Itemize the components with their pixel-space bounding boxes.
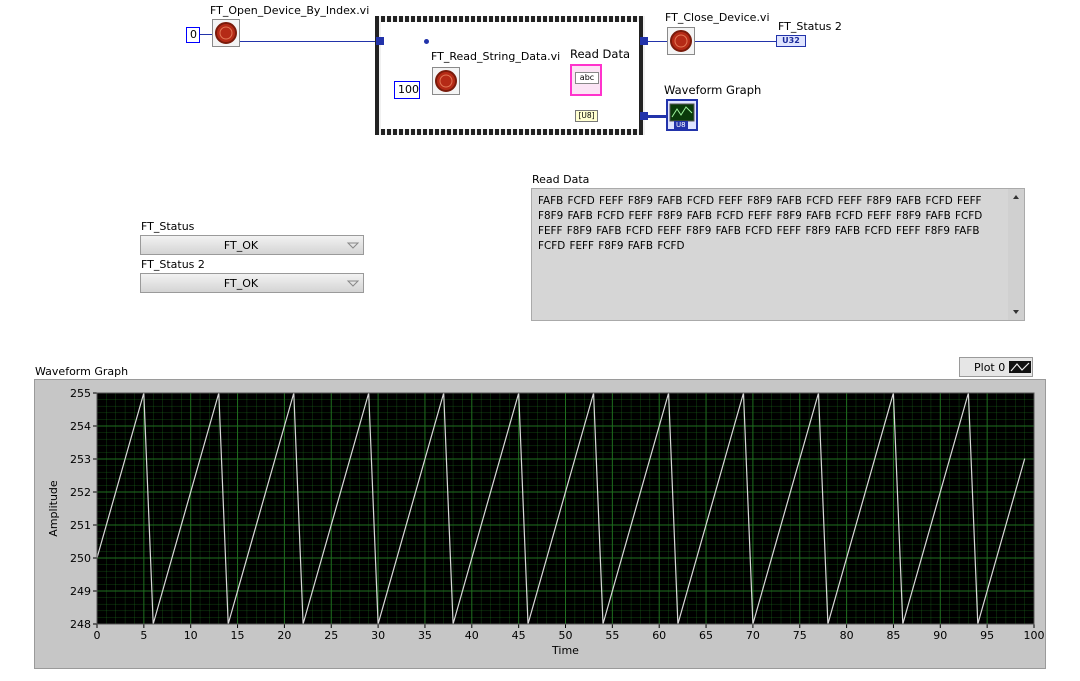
chevron-down-icon[interactable]: [343, 236, 363, 254]
waveform-terminal-type: U8: [674, 121, 688, 129]
y-tick-label: 251: [70, 519, 91, 532]
wire-index-to-open[interactable]: [200, 34, 212, 35]
x-tick-label: 90: [933, 629, 947, 642]
y-tick-label: 252: [70, 486, 91, 499]
x-tick-label: 20: [277, 629, 291, 642]
x-tick-label: 5: [140, 629, 147, 642]
y-axis-label: Amplitude: [47, 480, 60, 537]
status2-terminal-label: FT_Status 2: [778, 20, 842, 33]
plot-legend[interactable]: Plot 0: [959, 357, 1033, 377]
x-tick-label: 85: [886, 629, 900, 642]
wire-close-to-status2[interactable]: [694, 41, 776, 42]
plot-line-style-icon[interactable]: [1009, 361, 1031, 373]
legend-plot-name: Plot 0: [974, 361, 1006, 374]
status2-ring-indicator[interactable]: FT_OK: [140, 273, 364, 293]
string-to-byte-array-node[interactable]: [U8]: [575, 110, 598, 122]
x-tick-label: 70: [746, 629, 760, 642]
data-point: [1024, 458, 1026, 460]
vertical-scrollbar[interactable]: [1008, 189, 1024, 320]
read-count-constant[interactable]: 100: [394, 81, 420, 99]
open-device-vi-icon[interactable]: [212, 19, 240, 47]
while-loop-frame[interactable]: [375, 16, 645, 135]
x-tick-label: 25: [324, 629, 338, 642]
x-tick-label: 10: [184, 629, 198, 642]
status-value: FT_OK: [223, 239, 259, 252]
x-tick-label: 50: [559, 629, 573, 642]
x-tick-label: 15: [231, 629, 245, 642]
loop-tunnel-array[interactable]: [640, 112, 648, 120]
read-string-vi-icon[interactable]: [432, 67, 460, 95]
x-tick-label: 60: [652, 629, 666, 642]
graph-title: Waveform Graph: [35, 365, 129, 378]
wire-open-to-loop[interactable]: [240, 41, 380, 42]
graph-icon: [669, 103, 695, 122]
read-data-terminal[interactable]: abc: [570, 64, 602, 96]
x-tick-label: 65: [699, 629, 713, 642]
status2-value: FT_OK: [223, 277, 259, 290]
y-tick-label: 250: [70, 552, 91, 565]
status-ring-indicator[interactable]: FT_OK: [140, 235, 364, 255]
x-tick-label: 75: [793, 629, 807, 642]
scroll-down-arrow-icon[interactable]: [1013, 310, 1019, 314]
x-tick-label: 0: [94, 629, 101, 642]
waveform-graph-terminal[interactable]: U8: [666, 99, 698, 131]
close-device-vi-icon[interactable]: [667, 27, 695, 55]
x-tick-label: 100: [1024, 629, 1045, 642]
ftdi-device-icon: [215, 22, 237, 44]
ftdi-device-icon: [435, 70, 457, 92]
read-data-text: FAFB FCFD FEFF F8F9 FAFB FCFD FEFF F8F9 …: [538, 195, 983, 252]
status2-terminal-type: U32: [782, 36, 800, 45]
y-tick-label: 255: [70, 387, 91, 400]
index-constant[interactable]: 0: [186, 27, 200, 43]
status-label: FT_Status: [141, 220, 195, 233]
open-device-vi-label: FT_Open_Device_By_Index.vi: [210, 4, 370, 17]
ftdi-device-icon: [670, 30, 692, 52]
scroll-up-arrow-icon[interactable]: [1013, 195, 1019, 199]
y-tick-label: 253: [70, 453, 91, 466]
x-tick-label: 35: [418, 629, 432, 642]
read-data-label: Read Data: [532, 173, 590, 186]
waveform-terminal-label: Waveform Graph: [664, 83, 762, 97]
chevron-down-icon[interactable]: [343, 274, 363, 292]
x-tick-label: 40: [465, 629, 479, 642]
waveform-graph-plot[interactable]: 0 5 10 15 20 25 30 35 40 45 50 55 60 65 70 75 80 85 90 95 10…: [34, 379, 1046, 669]
read-string-vi-label: FT_Read_String_Data.vi: [431, 50, 561, 63]
loop-tunnel-right[interactable]: [640, 37, 648, 45]
x-tick-label: 30: [371, 629, 385, 642]
read-data-string-indicator[interactable]: FAFB FCFD FEFF F8F9 FAFB FCFD FEFF F8F9 …: [531, 188, 1025, 321]
x-axis-label: Time: [551, 644, 579, 657]
x-tick-label: 95: [980, 629, 994, 642]
y-tick-label: 249: [70, 585, 91, 598]
y-tick-label: 254: [70, 420, 91, 433]
string-icon: abc: [575, 72, 599, 84]
close-device-vi-label: FT_Close_Device.vi: [665, 11, 770, 24]
x-tick-label: 80: [840, 629, 854, 642]
loop-tunnel-left[interactable]: [376, 37, 384, 45]
status2-label: FT_Status 2: [141, 258, 205, 271]
read-data-terminal-label: Read Data: [570, 47, 631, 61]
x-tick-label: 55: [605, 629, 619, 642]
wire-junction-dot: [424, 39, 429, 44]
x-tick-label: 45: [512, 629, 526, 642]
status2-terminal[interactable]: U32: [776, 35, 806, 47]
y-tick-label: 248: [70, 618, 91, 631]
